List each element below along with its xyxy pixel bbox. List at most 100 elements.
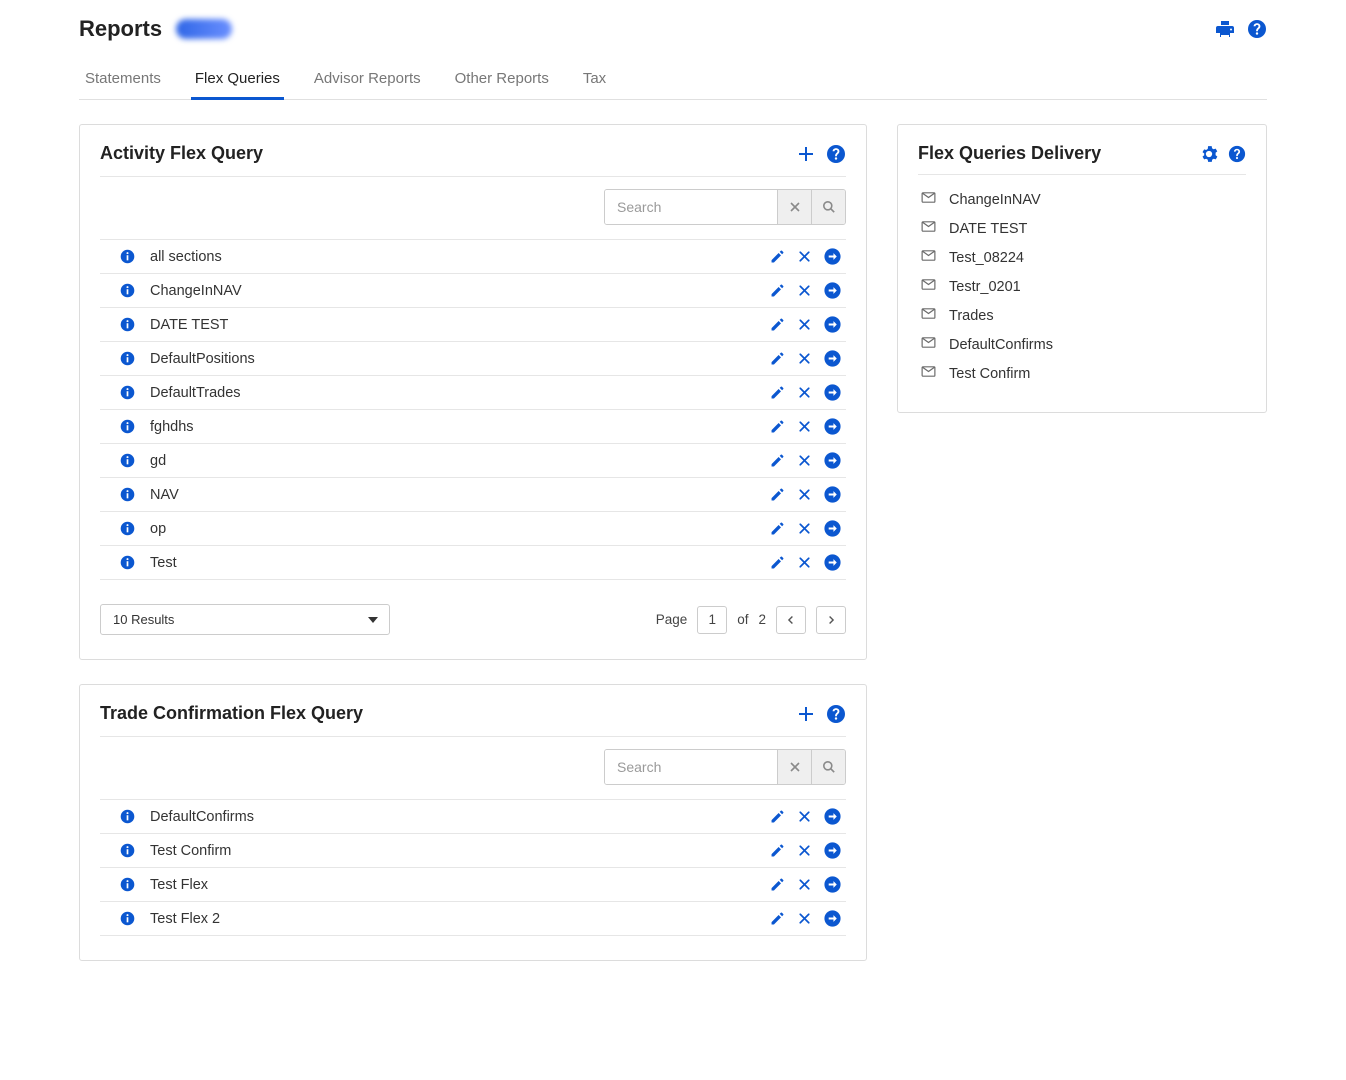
tab-flex-queries[interactable]: Flex Queries <box>191 60 284 99</box>
edit-icon[interactable] <box>769 520 786 537</box>
edit-icon[interactable] <box>769 876 786 893</box>
run-icon[interactable] <box>823 807 842 826</box>
info-icon[interactable] <box>119 520 136 537</box>
info-icon[interactable] <box>119 384 136 401</box>
search-input[interactable] <box>605 750 777 784</box>
info-icon[interactable] <box>119 876 136 893</box>
run-icon[interactable] <box>823 841 842 860</box>
help-icon[interactable] <box>826 704 846 724</box>
info-icon[interactable] <box>119 554 136 571</box>
results-per-page-select[interactable]: 10 Results <box>100 604 390 635</box>
edit-icon[interactable] <box>769 248 786 265</box>
delivery-item-label: Trades <box>949 308 994 324</box>
trade-search <box>604 749 846 785</box>
delete-icon[interactable] <box>796 520 813 537</box>
delivery-item-label: ChangeInNAV <box>949 192 1041 208</box>
trade-flex-title: Trade Confirmation Flex Query <box>100 703 363 724</box>
tab-advisor-reports[interactable]: Advisor Reports <box>310 60 425 99</box>
add-icon[interactable] <box>796 704 816 724</box>
help-icon[interactable] <box>826 144 846 164</box>
edit-icon[interactable] <box>769 316 786 333</box>
delete-icon[interactable] <box>796 248 813 265</box>
tab-statements[interactable]: Statements <box>81 60 165 99</box>
delivery-item[interactable]: DefaultConfirms <box>918 330 1246 359</box>
info-icon[interactable] <box>119 486 136 503</box>
query-name: fghdhs <box>150 419 769 435</box>
run-icon[interactable] <box>823 875 842 894</box>
mail-icon <box>920 305 937 326</box>
mail-icon <box>920 189 937 210</box>
info-icon[interactable] <box>119 808 136 825</box>
delete-icon[interactable] <box>796 316 813 333</box>
table-row: Test Flex 2 <box>100 902 846 936</box>
pager-current[interactable]: 1 <box>697 606 727 634</box>
edit-icon[interactable] <box>769 282 786 299</box>
run-icon[interactable] <box>823 281 842 300</box>
edit-icon[interactable] <box>769 452 786 469</box>
clear-search-button[interactable] <box>777 750 811 784</box>
delete-icon[interactable] <box>796 808 813 825</box>
delete-icon[interactable] <box>796 486 813 503</box>
delete-icon[interactable] <box>796 842 813 859</box>
run-icon[interactable] <box>823 247 842 266</box>
run-icon[interactable] <box>823 553 842 572</box>
delivery-item[interactable]: Test_08224 <box>918 243 1246 272</box>
search-input[interactable] <box>605 190 777 224</box>
pager-next-button[interactable] <box>816 606 846 634</box>
delivery-item[interactable]: ChangeInNAV <box>918 185 1246 214</box>
run-icon[interactable] <box>823 417 842 436</box>
info-icon[interactable] <box>119 452 136 469</box>
info-icon[interactable] <box>119 316 136 333</box>
edit-icon[interactable] <box>769 350 786 367</box>
delivery-title: Flex Queries Delivery <box>918 143 1101 164</box>
delete-icon[interactable] <box>796 554 813 571</box>
pager-of: of <box>737 612 748 627</box>
edit-icon[interactable] <box>769 910 786 927</box>
delivery-item[interactable]: Test Confirm <box>918 359 1246 388</box>
delete-icon[interactable] <box>796 350 813 367</box>
activity-flex-title: Activity Flex Query <box>100 143 263 164</box>
info-icon[interactable] <box>119 282 136 299</box>
tab-tax[interactable]: Tax <box>579 60 610 99</box>
delete-icon[interactable] <box>796 418 813 435</box>
print-icon[interactable] <box>1215 19 1235 39</box>
gear-icon[interactable] <box>1200 145 1218 163</box>
delivery-item[interactable]: DATE TEST <box>918 214 1246 243</box>
edit-icon[interactable] <box>769 808 786 825</box>
run-icon[interactable] <box>823 383 842 402</box>
info-icon[interactable] <box>119 910 136 927</box>
edit-icon[interactable] <box>769 486 786 503</box>
info-icon[interactable] <box>119 842 136 859</box>
tab-other-reports[interactable]: Other Reports <box>451 60 553 99</box>
edit-icon[interactable] <box>769 384 786 401</box>
delivery-item-label: Test Confirm <box>949 366 1030 382</box>
info-icon[interactable] <box>119 350 136 367</box>
info-icon[interactable] <box>119 418 136 435</box>
delete-icon[interactable] <box>796 910 813 927</box>
search-button[interactable] <box>811 750 845 784</box>
run-icon[interactable] <box>823 909 842 928</box>
delete-icon[interactable] <box>796 876 813 893</box>
delivery-item[interactable]: Trades <box>918 301 1246 330</box>
run-icon[interactable] <box>823 485 842 504</box>
run-icon[interactable] <box>823 315 842 334</box>
delete-icon[interactable] <box>796 282 813 299</box>
edit-icon[interactable] <box>769 554 786 571</box>
edit-icon[interactable] <box>769 418 786 435</box>
run-icon[interactable] <box>823 519 842 538</box>
delivery-item[interactable]: Testr_0201 <box>918 272 1246 301</box>
run-icon[interactable] <box>823 349 842 368</box>
run-icon[interactable] <box>823 451 842 470</box>
help-icon[interactable] <box>1228 145 1246 163</box>
clear-search-button[interactable] <box>777 190 811 224</box>
info-icon[interactable] <box>119 248 136 265</box>
search-button[interactable] <box>811 190 845 224</box>
help-icon[interactable] <box>1247 19 1267 39</box>
delete-icon[interactable] <box>796 452 813 469</box>
add-icon[interactable] <box>796 144 816 164</box>
query-name: ChangeInNAV <box>150 283 769 299</box>
edit-icon[interactable] <box>769 842 786 859</box>
pager-prev-button[interactable] <box>776 606 806 634</box>
pager-total: 2 <box>758 612 766 627</box>
delete-icon[interactable] <box>796 384 813 401</box>
